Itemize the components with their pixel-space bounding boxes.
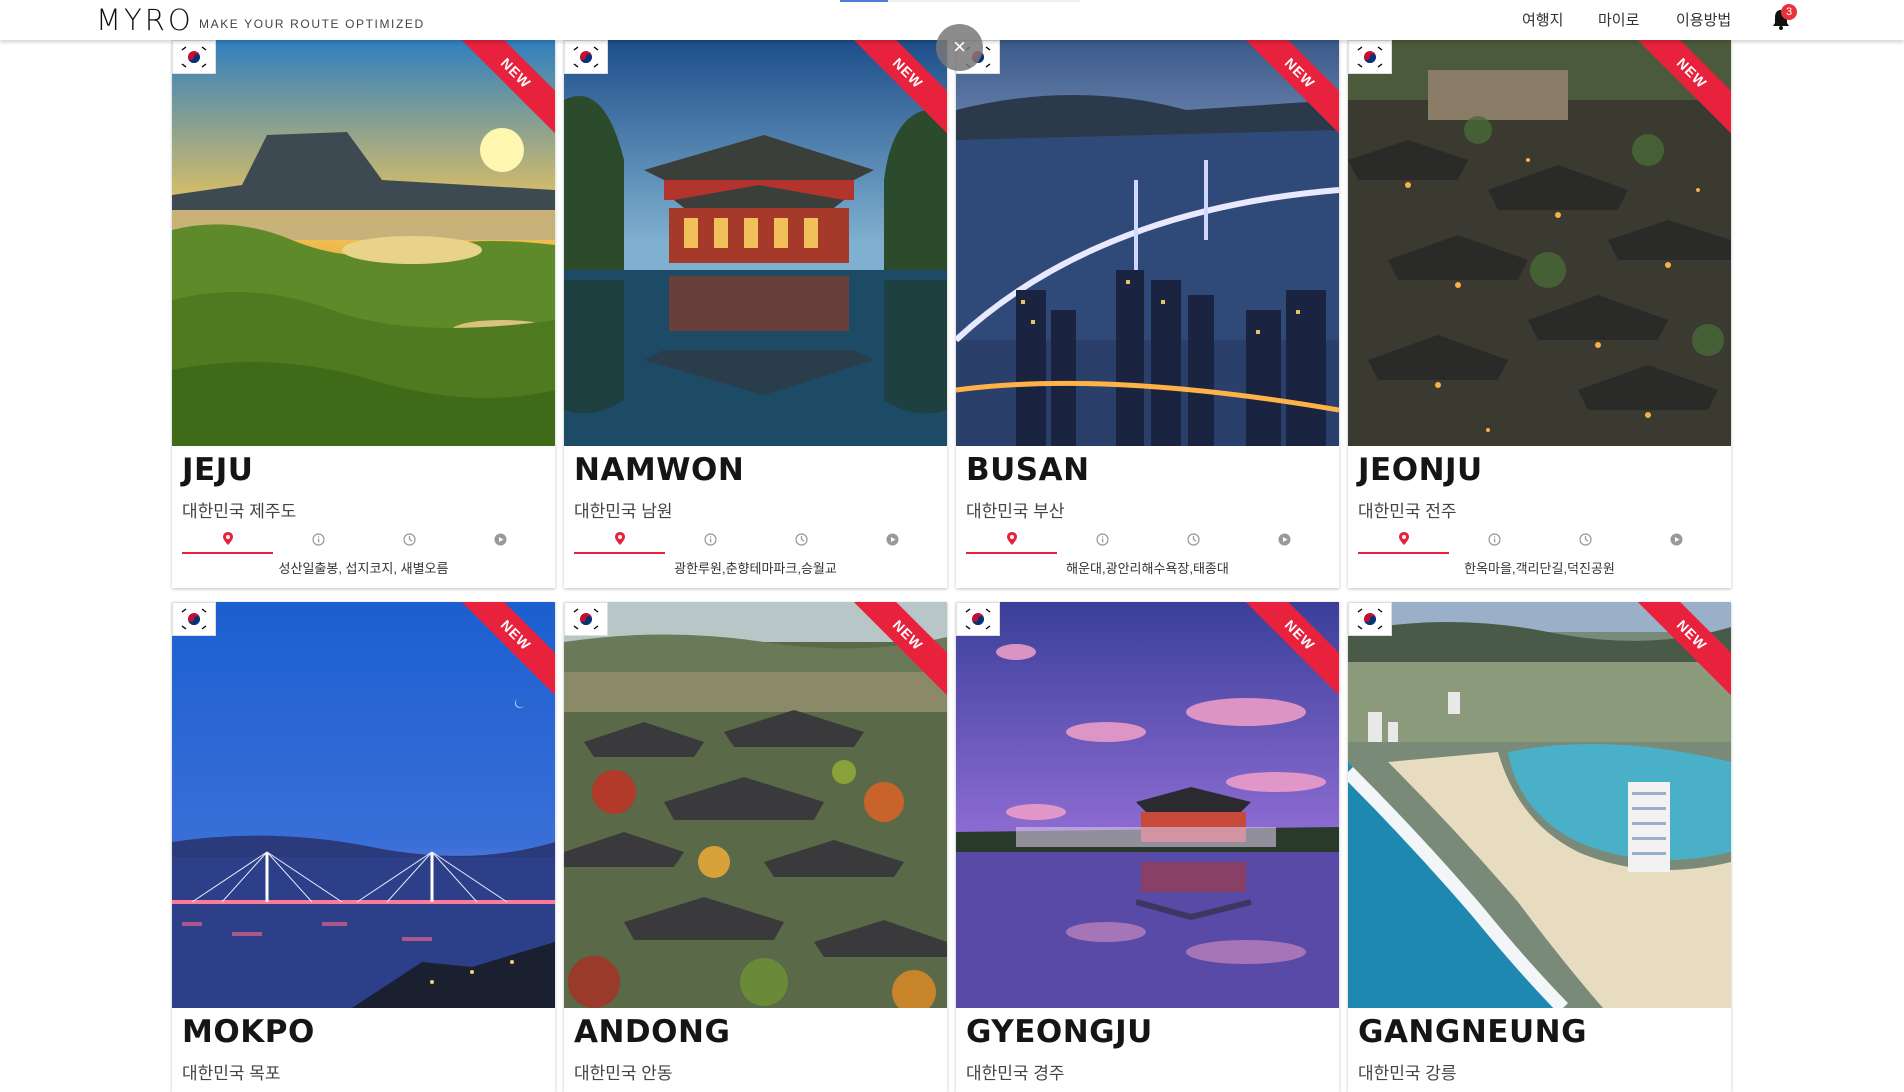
info-icon[interactable] <box>665 524 756 554</box>
top-tab-indicator <box>840 0 1080 2</box>
nav-how-to-use[interactable]: 이용방법 <box>1676 9 1731 30</box>
destination-subtitle: 대한민국 목포 <box>182 1064 281 1083</box>
destination-spots: 성산일출봉, 섭지코지, 새별오름 <box>278 561 449 576</box>
card-tabs <box>966 524 1330 556</box>
destination-name[interactable]: BUSAN <box>966 452 1090 488</box>
clock-icon[interactable] <box>1540 524 1631 554</box>
destination-name[interactable]: GYEONGJU <box>966 1014 1153 1050</box>
korea-flag-icon <box>1348 40 1392 74</box>
active-tab-indicator <box>840 0 888 2</box>
destination-spots: 해운대,광안리해수욕장,태종대 <box>1066 561 1229 576</box>
korea-flag-icon <box>956 602 1000 636</box>
destination-name[interactable]: NAMWON <box>574 452 744 488</box>
card-tabs <box>1358 524 1722 556</box>
destination-name[interactable]: MOKPO <box>182 1014 315 1050</box>
destination-subtitle: 대한민국 남원 <box>574 502 673 521</box>
destination-card[interactable]: NEW NAMWON 대한민국 남원 광한루원,춘향테마파크,승월교 <box>564 40 947 588</box>
play-icon[interactable] <box>847 524 938 554</box>
destination-card[interactable]: NEW ANDONG 대한민국 안동 <box>564 602 947 1092</box>
info-icon[interactable] <box>1057 524 1148 554</box>
card-tabs <box>182 524 546 556</box>
card-tabs <box>574 524 938 556</box>
tagline: MAKE YOUR ROUTE OPTIMIZED <box>199 17 425 31</box>
korea-flag-icon <box>564 40 608 74</box>
destination-image[interactable] <box>1348 40 1731 446</box>
map-pin-icon[interactable] <box>1358 524 1449 554</box>
destination-card[interactable]: NEW JEJU 대한민국 제주도 성산일출봉, 섭지코지, 새별오름 <box>172 40 555 588</box>
korea-flag-icon <box>172 40 216 74</box>
destination-card[interactable]: NEW BUSAN 대한민국 부산 해운대,광안리해수욕장,태종대 <box>956 40 1339 588</box>
map-pin-icon[interactable] <box>966 524 1057 554</box>
clock-icon[interactable] <box>756 524 847 554</box>
destination-subtitle: 대한민국 전주 <box>1358 502 1457 521</box>
destination-name[interactable]: ANDONG <box>574 1014 730 1050</box>
destination-subtitle: 대한민국 경주 <box>966 1064 1065 1083</box>
destination-image[interactable] <box>564 40 947 446</box>
destination-spots: 한옥마을,객리단길,덕진공원 <box>1464 561 1615 576</box>
destination-subtitle: 대한민국 안동 <box>574 1064 673 1083</box>
clock-icon[interactable] <box>1148 524 1239 554</box>
play-icon[interactable] <box>1239 524 1330 554</box>
close-button[interactable]: × <box>936 24 983 71</box>
destination-card[interactable]: NEW MOKPO 대한민국 목포 <box>172 602 555 1092</box>
destination-subtitle: 대한민국 강릉 <box>1358 1064 1457 1083</box>
destination-image[interactable] <box>956 40 1339 446</box>
info-icon[interactable] <box>273 524 364 554</box>
destination-image[interactable] <box>1348 602 1731 1008</box>
map-pin-icon[interactable] <box>574 524 665 554</box>
destination-card[interactable]: NEW GYEONGJU 대한민국 경주 <box>956 602 1339 1092</box>
destination-image[interactable] <box>564 602 947 1008</box>
nav-myro[interactable]: 마이로 <box>1598 9 1639 30</box>
nav-destinations[interactable]: 여행지 <box>1522 9 1563 30</box>
destination-image[interactable] <box>172 40 555 446</box>
destination-card[interactable]: NEW JEONJU 대한민국 전주 한옥마을,객리단길,덕진공원 <box>1348 40 1731 588</box>
destination-card[interactable]: NEW GANGNEUNG 대한민국 강릉 <box>1348 602 1731 1092</box>
play-icon[interactable] <box>455 524 546 554</box>
destination-name[interactable]: GANGNEUNG <box>1358 1014 1587 1050</box>
destination-name[interactable]: JEJU <box>182 452 253 488</box>
korea-flag-icon <box>564 602 608 636</box>
korea-flag-icon <box>172 602 216 636</box>
destination-subtitle: 대한민국 부산 <box>966 502 1065 521</box>
play-icon[interactable] <box>1631 524 1722 554</box>
clock-icon[interactable] <box>364 524 455 554</box>
destination-spots: 광한루원,춘향테마파크,승월교 <box>674 561 837 576</box>
map-pin-icon[interactable] <box>182 524 273 554</box>
destination-subtitle: 대한민국 제주도 <box>182 502 297 521</box>
destination-image[interactable] <box>956 602 1339 1008</box>
info-icon[interactable] <box>1449 524 1540 554</box>
korea-flag-icon <box>1348 602 1392 636</box>
destination-image[interactable] <box>172 602 555 1008</box>
notification-badge: 3 <box>1781 4 1797 20</box>
logo[interactable]: MYRO <box>96 3 194 37</box>
destination-name[interactable]: JEONJU <box>1358 452 1483 488</box>
